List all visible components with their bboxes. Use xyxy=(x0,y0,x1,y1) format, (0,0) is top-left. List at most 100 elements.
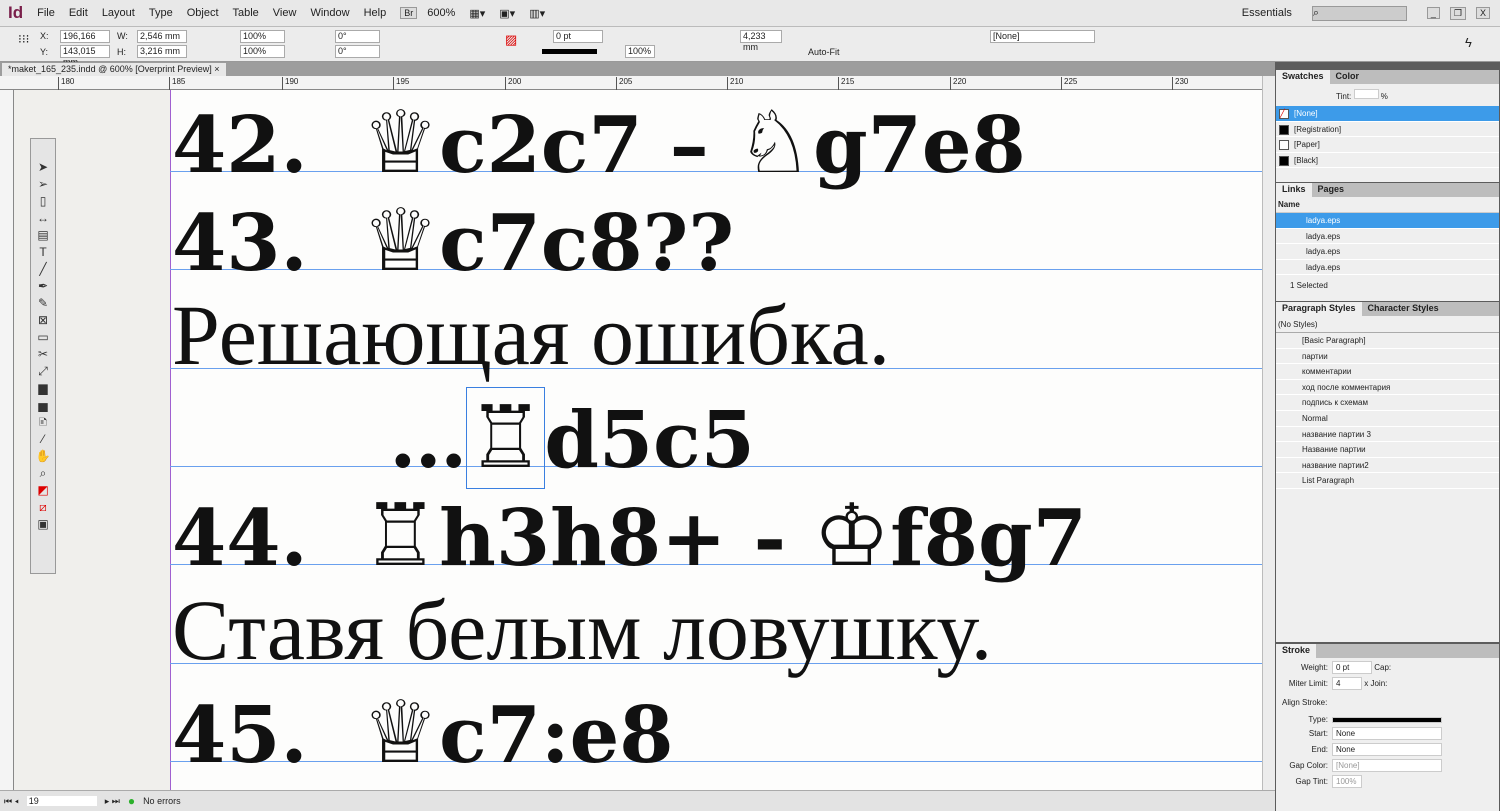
paragraph-style-item[interactable]: [Basic Paragraph] xyxy=(1276,333,1499,349)
vertical-ruler[interactable] xyxy=(0,90,14,790)
tab-links[interactable]: Links xyxy=(1276,183,1312,197)
tab-swatches[interactable]: Swatches xyxy=(1276,70,1330,84)
menu-type[interactable]: Type xyxy=(149,7,173,19)
search-input[interactable]: ⌕ xyxy=(1311,5,1407,21)
gap-tool-icon[interactable]: ↔ xyxy=(37,210,49,226)
screen-mode-icon[interactable]: ▦▾ xyxy=(469,7,485,20)
autofit-checkbox[interactable]: Auto-Fit xyxy=(808,47,840,57)
paragraph-style-item[interactable]: List Paragraph xyxy=(1276,473,1499,489)
tab-stroke[interactable]: Stroke xyxy=(1276,644,1317,658)
start-select[interactable]: None xyxy=(1332,727,1442,740)
link-item[interactable]: ladya.eps xyxy=(1276,260,1499,276)
y-field[interactable]: 143,015 mm xyxy=(60,45,110,67)
text-line-black-move[interactable]: …♖d5c5 xyxy=(172,387,755,489)
bridge-button[interactable]: Br xyxy=(400,7,418,19)
minimize-button[interactable]: _ xyxy=(1426,7,1440,19)
shear-field[interactable]: 0° xyxy=(335,45,380,58)
paragraph-style-item[interactable]: ход после комментария xyxy=(1276,380,1499,396)
tint-field[interactable] xyxy=(1353,89,1379,99)
swatch-black[interactable]: [Black] xyxy=(1276,153,1499,169)
gap-tint-field[interactable]: 100% xyxy=(1332,775,1362,788)
gap-color-select[interactable]: [None] xyxy=(1332,759,1442,772)
zoom-select[interactable]: 600% xyxy=(427,7,455,19)
x-field[interactable]: 196,166 mm xyxy=(60,30,110,52)
swatch-none[interactable]: ╱ [None] xyxy=(1276,106,1499,122)
link-item[interactable]: ladya.eps xyxy=(1276,244,1499,260)
tab-paragraph-styles[interactable]: Paragraph Styles xyxy=(1276,302,1362,316)
height-field[interactable]: 3,216 mm xyxy=(137,45,187,58)
text-line-move-44[interactable]: 44. ♖h3h8+ - ♔f8g7 xyxy=(172,493,1087,579)
selection-tool-icon[interactable]: ➤ xyxy=(38,159,48,175)
tab-character-styles[interactable]: Character Styles xyxy=(1362,302,1445,316)
line-tool-icon[interactable]: ╱ xyxy=(39,261,46,277)
arrange-icon[interactable]: ▥▾ xyxy=(529,7,545,20)
note-tool-icon[interactable]: 🗈 xyxy=(39,414,48,430)
stroke-type-swatch[interactable] xyxy=(542,49,597,54)
pen-tool-icon[interactable]: ✒ xyxy=(38,278,48,294)
menu-object[interactable]: Object xyxy=(187,7,219,19)
swatch-registration[interactable]: [Registration] xyxy=(1276,122,1499,138)
menu-help[interactable]: Help xyxy=(364,7,387,19)
tab-pages[interactable]: Pages xyxy=(1312,183,1351,197)
tab-color[interactable]: Color xyxy=(1330,70,1366,84)
view-options-icon[interactable]: ▣▾ xyxy=(499,7,515,20)
pencil-tool-icon[interactable]: ✎ xyxy=(38,295,48,311)
first-page-icon[interactable]: ⏮ ◂ xyxy=(4,796,19,807)
zoom-tool-icon[interactable]: ⌕ xyxy=(40,465,47,481)
stroke-type-select[interactable] xyxy=(1332,716,1442,723)
paragraph-style-item[interactable]: комментарии xyxy=(1276,364,1499,380)
stroke-weight-field[interactable]: 0 pt xyxy=(553,30,603,43)
paragraph-style-item[interactable]: название партии2 xyxy=(1276,458,1499,474)
rotation-field[interactable]: 0° xyxy=(335,30,380,43)
paragraph-style-item[interactable]: партии xyxy=(1276,349,1499,365)
text-line-move-45[interactable]: 45. ♕c7:e8 xyxy=(172,690,674,776)
restore-button[interactable]: ❐ xyxy=(1449,6,1466,20)
vertical-scrollbar[interactable] xyxy=(1262,76,1275,790)
stroke-weight-field[interactable]: 0 pt xyxy=(1332,661,1372,674)
apply-none-icon[interactable]: ⧄ xyxy=(39,499,47,515)
menu-layout[interactable]: Layout xyxy=(102,7,135,19)
gradient-feather-tool-icon[interactable]: ▅ xyxy=(38,397,47,413)
gradient-swatch-tool-icon[interactable]: ▆ xyxy=(38,380,47,396)
document-tab[interactable]: *maket_165_235.indd @ 600% [Overprint Pr… xyxy=(2,63,226,76)
fill-stroke-icon[interactable]: ◩ xyxy=(37,482,48,498)
paragraph-style-item[interactable]: подпись к схемам xyxy=(1276,395,1499,411)
paragraph-style-item[interactable]: Название партии xyxy=(1276,442,1499,458)
menu-view[interactable]: View xyxy=(273,7,297,19)
scale-x-field[interactable]: 100% xyxy=(240,30,285,43)
preflight-status[interactable]: No errors xyxy=(143,796,181,806)
reference-point-icon[interactable]: ⁝⁝⁝ xyxy=(18,32,29,46)
eyedropper-tool-icon[interactable]: ⁄ xyxy=(42,431,44,447)
link-item[interactable]: ladya.eps xyxy=(1276,213,1499,229)
hand-tool-icon[interactable]: ✋ xyxy=(36,448,51,464)
page-tool-icon[interactable]: ▯ xyxy=(40,193,47,209)
next-page-icon[interactable]: ▸ ⏭ xyxy=(105,796,120,807)
page-number-field[interactable]: 19 xyxy=(26,796,97,806)
miter-limit-field[interactable]: 4 xyxy=(1332,677,1362,690)
swatch-paper[interactable]: [Paper] xyxy=(1276,137,1499,153)
menu-file[interactable]: File xyxy=(37,7,55,19)
menu-window[interactable]: Window xyxy=(310,7,349,19)
workspace-select[interactable]: Essentials xyxy=(1242,7,1292,19)
width-field[interactable]: 2,546 mm xyxy=(137,30,187,43)
fill-none-icon[interactable]: ▨ xyxy=(505,32,517,48)
links-name-header[interactable]: Name xyxy=(1276,197,1499,213)
scale-y-field[interactable]: 100% xyxy=(240,45,285,58)
direct-selection-tool-icon[interactable]: ➢ xyxy=(38,176,48,192)
screen-mode-icon[interactable]: ▣ xyxy=(37,516,48,532)
object-style-select[interactable]: [None] xyxy=(990,30,1095,43)
paragraph-style-item[interactable]: название партии 3 xyxy=(1276,427,1499,443)
text-line-move-43[interactable]: 43. ♕c7c8?? xyxy=(172,198,734,284)
text-line-comment[interactable]: Решающая ошибка. xyxy=(172,292,890,378)
menu-table[interactable]: Table xyxy=(233,7,259,19)
opacity-field[interactable]: 100% xyxy=(625,45,655,58)
rectangle-tool-icon[interactable]: ▭ xyxy=(37,329,48,345)
menu-edit[interactable]: Edit xyxy=(69,7,88,19)
text-line-comment[interactable]: Ставя белым ловушку. xyxy=(172,587,992,673)
lightning-icon[interactable]: ϟ xyxy=(1465,35,1472,50)
scissors-tool-icon[interactable]: ✂ xyxy=(38,346,48,362)
rook-icon[interactable]: ♖ xyxy=(466,387,546,489)
close-button[interactable]: X xyxy=(1475,7,1490,19)
link-item[interactable]: ladya.eps xyxy=(1276,229,1499,245)
offset-field[interactable]: 4,233 mm xyxy=(740,30,782,52)
